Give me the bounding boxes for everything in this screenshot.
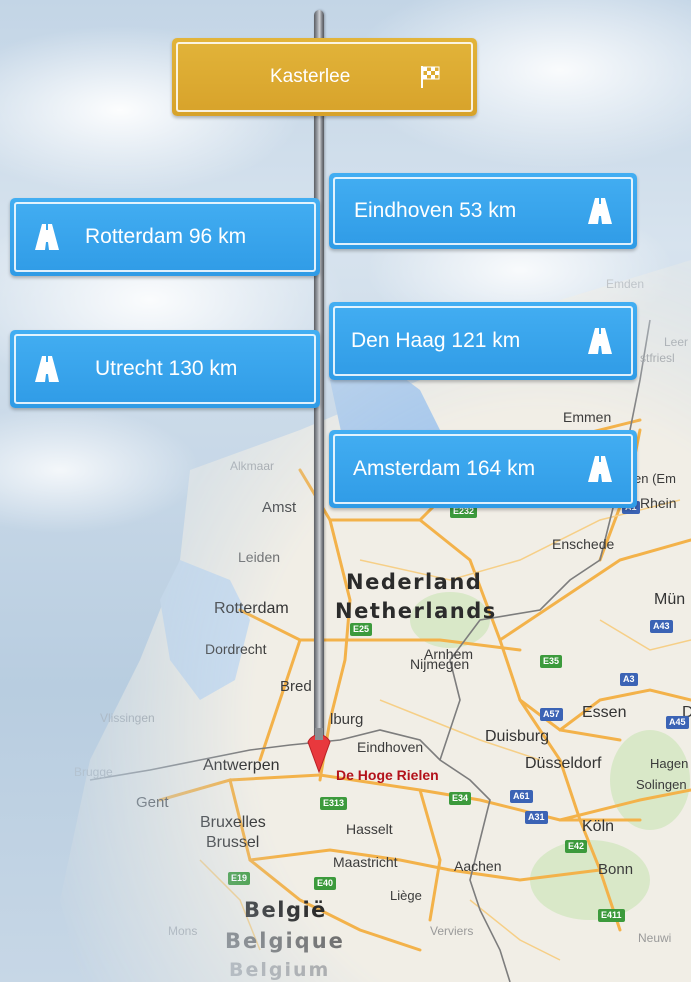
sign-label: Eindhoven 53 km	[354, 199, 517, 222]
city-label: Leer	[664, 335, 689, 349]
direction-sign-den-haag[interactable]: Den Haag 121 km	[329, 302, 637, 380]
country-label-be-fr: Belgique	[225, 929, 345, 953]
direction-sign-eindhoven[interactable]: Eindhoven 53 km	[329, 173, 637, 249]
road-shield: A61	[510, 790, 533, 803]
city-label: Mons	[168, 924, 198, 938]
city-label: Düsseldorf	[525, 755, 602, 772]
city-label: Solingen	[636, 777, 687, 792]
country-label-be-nl: België	[244, 898, 327, 922]
city-label: Verviers	[430, 924, 474, 938]
road-shield: E19	[228, 872, 251, 885]
city-label: Gent	[136, 794, 169, 811]
city-label: Aachen	[454, 858, 502, 874]
city-label: Amst	[262, 499, 297, 516]
city-label: Emmen	[563, 409, 612, 425]
road-shield: E34	[449, 792, 472, 805]
road-shield: A31	[525, 811, 548, 824]
city-label: Bred	[280, 678, 312, 695]
highway-icon	[588, 328, 612, 354]
highway-icon	[35, 356, 59, 382]
road-shield: E25	[350, 623, 373, 636]
city-label: Nijmegen	[410, 656, 470, 672]
road-shield: A45	[666, 716, 689, 729]
destination-label: Kasterlee	[270, 66, 351, 87]
road-shield: E40	[314, 877, 337, 890]
city-label: Bonn	[598, 861, 634, 878]
city-label: Neuwi	[638, 931, 672, 945]
highway-icon	[588, 198, 612, 224]
sign-label: Amsterdam 164 km	[353, 457, 536, 480]
city-label: Rotterdam	[214, 600, 289, 617]
road-shield: E35	[540, 655, 563, 668]
country-label-be-en: Belgium	[229, 959, 331, 981]
road-shield: E411	[598, 909, 625, 922]
city-label: stfriesl	[640, 351, 675, 365]
destination-marker-label: De Hoge Rielen	[336, 767, 439, 783]
road-shield: A3	[620, 673, 638, 686]
country-label-nl-en: Netherlands	[335, 599, 497, 623]
road-shield: E313	[320, 797, 348, 810]
direction-sign-amsterdam[interactable]: Amsterdam 164 km	[329, 430, 637, 508]
city-label: Hasselt	[346, 821, 393, 837]
navigation-scene: Nederland Netherlands België Belgique Be…	[0, 0, 691, 982]
city-label: Bruxelles	[200, 814, 266, 831]
city-label: lburg	[330, 711, 364, 728]
city-label: Hagen	[650, 756, 689, 771]
city-label: Alkmaar	[230, 459, 275, 473]
city-label: Essen	[582, 704, 627, 721]
city-label: Vlissingen	[100, 711, 155, 725]
city-label: Enschede	[552, 536, 615, 552]
location-pin-icon[interactable]	[306, 728, 332, 774]
city-label: en (Em	[634, 471, 676, 486]
highway-icon	[588, 456, 612, 482]
city-label: Brussel	[206, 834, 260, 851]
city-label: Maastricht	[333, 854, 398, 870]
city-label: Brugge	[74, 765, 113, 779]
country-label-nl: Nederland	[346, 570, 483, 594]
city-label: Duisburg	[485, 728, 550, 745]
sign-label: Utrecht 130 km	[95, 357, 238, 380]
city-label: Dordrecht	[205, 641, 267, 657]
city-label: Eindhoven	[357, 739, 424, 755]
city-label: Antwerpen	[203, 757, 280, 774]
sign-label: Rotterdam 96 km	[85, 225, 247, 248]
city-label: Köln	[582, 818, 615, 835]
road-shield: A57	[540, 708, 563, 721]
city-label: Rhein	[640, 495, 677, 511]
city-label: Mün	[654, 591, 686, 608]
city-label: Leiden	[238, 549, 281, 565]
city-label: Liège	[390, 888, 422, 903]
sign-label: Den Haag 121 km	[351, 329, 521, 352]
destination-sign[interactable]: Kasterlee	[172, 38, 477, 116]
direction-sign-rotterdam[interactable]: Rotterdam 96 km	[10, 198, 320, 276]
highway-icon	[35, 224, 59, 250]
road-shield: E42	[565, 840, 588, 853]
checkered-flag-icon	[421, 66, 440, 88]
road-shield: A43	[650, 620, 673, 633]
direction-sign-utrecht[interactable]: Utrecht 130 km	[10, 330, 320, 408]
city-label: Emden	[606, 277, 645, 291]
